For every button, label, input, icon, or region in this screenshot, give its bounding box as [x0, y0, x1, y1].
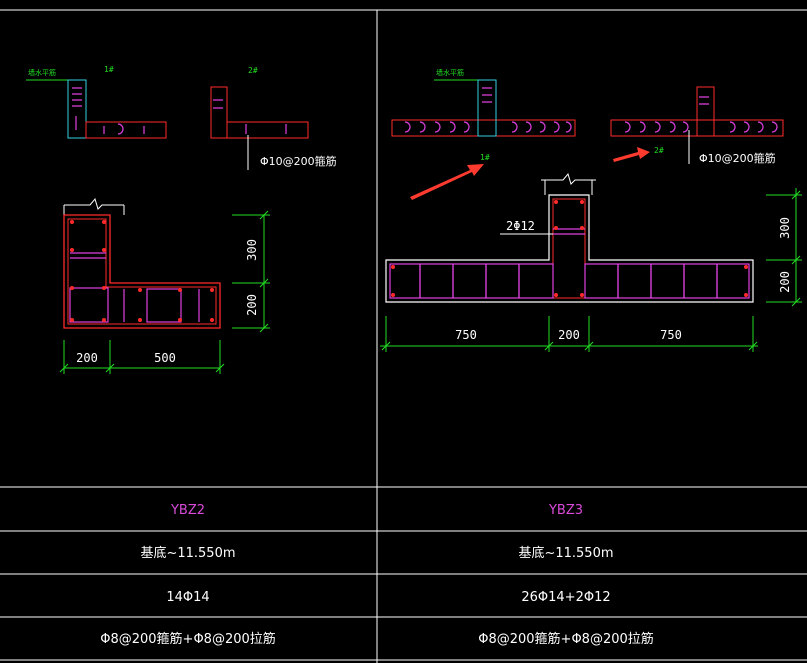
right-vdim-300: 300	[778, 217, 792, 239]
right-bar-label: 2Φ12	[506, 219, 535, 233]
right-longitudinal-bars: 26Φ14+2Φ12	[521, 590, 610, 605]
left-longitudinal-bars: 14Φ14	[166, 590, 209, 605]
arrow-1	[410, 164, 484, 200]
left-section-ybz2: 300 200 200 500	[59, 197, 270, 374]
left-section-name: YBZ2	[170, 503, 205, 518]
right-detail-1-caption: 1#	[480, 153, 490, 162]
right-section-name: YBZ3	[548, 503, 583, 518]
right-vdim-200: 200	[778, 271, 792, 293]
left-callout: Φ10@200箍筋	[260, 154, 337, 168]
left-detail-1-note: 墙水平筋	[28, 68, 56, 77]
right-callout: Φ10@200箍筋	[699, 151, 776, 165]
left-detail-2: 2# Φ10@200箍筋	[210, 66, 337, 170]
right-stirrups: Φ8@200箍筋+Φ8@200拉筋	[478, 631, 654, 647]
right-hdim-200: 200	[558, 328, 580, 342]
left-elevation: 基底~11.550m	[140, 545, 235, 561]
table-grid	[0, 9, 807, 663]
right-hdim-750b: 750	[660, 328, 682, 342]
left-vdim-200: 200	[245, 294, 259, 316]
arrow-2	[613, 147, 650, 162]
right-elevation: 基底~11.550m	[518, 545, 613, 561]
right-detail-1-note: 墙水平筋	[436, 68, 464, 77]
right-detail-1: 墙水平筋 1#	[391, 68, 576, 162]
cad-drawing: 墙水平筋 1# 2# Φ10@200箍筋 300 200 200 500 墙水平…	[0, 9, 807, 663]
left-vdim-300: 300	[245, 239, 259, 261]
left-stirrups: Φ8@200箍筋+Φ8@200拉筋	[100, 631, 276, 647]
left-hdim-500: 500	[154, 351, 176, 365]
left-detail-1-caption: 1#	[104, 65, 114, 74]
right-section-ybz3: 2Φ12 300 200 750 200 750	[380, 172, 802, 352]
right-hdim-750a: 750	[455, 328, 477, 342]
right-detail-2-caption: 2#	[654, 146, 664, 155]
highlight-arrows	[410, 147, 650, 200]
left-detail-1: 墙水平筋 1#	[26, 65, 167, 139]
left-hdim-200: 200	[76, 351, 98, 365]
left-detail-2-caption: 2#	[248, 66, 258, 75]
